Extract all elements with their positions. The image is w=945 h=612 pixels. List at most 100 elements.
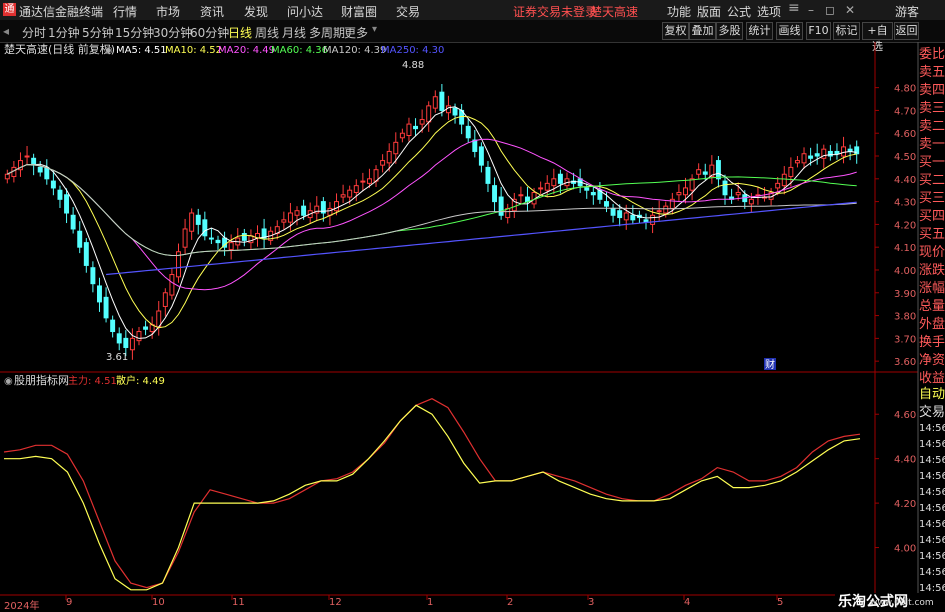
candle-body — [77, 230, 83, 248]
x-label-may: 5 — [777, 597, 784, 608]
period-weekly[interactable]: 周线 — [255, 24, 279, 41]
candle-body — [353, 185, 359, 193]
f10-button[interactable]: F10 — [806, 22, 831, 40]
y-tick-label: 4.20 — [894, 220, 916, 231]
sidebar-item-sell2[interactable]: 卖二 — [919, 118, 945, 136]
candle-body — [452, 107, 458, 116]
menu-discover[interactable]: 发现 — [244, 3, 268, 20]
draw-line-button[interactable]: 画线 — [776, 22, 803, 40]
candle-body — [44, 166, 50, 180]
x-label-oct: 10 — [152, 597, 165, 608]
menu-exchange[interactable]: 市场 — [156, 3, 180, 20]
sidebar-item-sell5[interactable]: 卖五 — [919, 64, 945, 82]
candle-body — [696, 169, 702, 175]
multi-stock-button[interactable]: 多股 — [716, 22, 743, 40]
candle-body — [630, 214, 636, 221]
candle-body — [57, 189, 63, 200]
sidebar-item-buy4[interactable]: 买四 — [919, 208, 945, 226]
sidebar-item-buy3[interactable]: 买三 — [919, 190, 945, 208]
overlay-button[interactable]: 叠加 — [689, 22, 716, 40]
sidebar-item-volume[interactable]: 总量 — [919, 298, 945, 316]
period-more[interactable]: 更多 — [344, 24, 368, 41]
close-icon[interactable]: ✕ — [845, 3, 855, 17]
menu-news[interactable]: 资讯 — [200, 3, 224, 20]
sidebar-item-net-assets[interactable]: 净资 — [919, 352, 945, 370]
period-5min[interactable]: 5分钟 — [82, 24, 114, 41]
period-30min[interactable]: 30分钟 — [153, 24, 192, 41]
stock-name: 楚天高速 — [4, 42, 48, 56]
sidebar-item-price[interactable]: 现价 — [919, 244, 945, 262]
candle-body — [380, 160, 386, 166]
candle-body — [83, 242, 89, 266]
sidebar-item-buy1[interactable]: 买一 — [919, 154, 945, 172]
sidebar-item-outer[interactable]: 外盘 — [919, 316, 945, 334]
period-monthly[interactable]: 月线 — [282, 24, 306, 41]
candle-body — [492, 185, 498, 203]
sub-y-axis: 4.60 4.40 4.20 4.00 — [875, 410, 916, 555]
menu-trade[interactable]: 交易 — [396, 3, 420, 20]
menu-caifuquan[interactable]: 财富圈 — [341, 3, 377, 20]
candle-body — [248, 235, 254, 244]
sidebar-item-sell1[interactable]: 卖一 — [919, 136, 945, 154]
maximize-icon[interactable]: ◻ — [825, 3, 835, 17]
login-notice[interactable]: 证券交易未登录 — [513, 3, 597, 20]
period-15min[interactable]: 15分钟 — [115, 24, 154, 41]
y-tick-label: 3.90 — [894, 289, 916, 300]
y-tick-label: 4.40 — [894, 175, 916, 186]
candle-body — [281, 219, 287, 223]
sidebar-item-sell3[interactable]: 卖三 — [919, 100, 945, 118]
sidebar-item-buy5[interactable]: 买五 — [919, 226, 945, 244]
candle-body — [419, 119, 425, 125]
sidebar-item-sell4[interactable]: 卖四 — [919, 82, 945, 100]
candle-body — [557, 173, 563, 184]
menu-layout[interactable]: 版面 — [697, 3, 721, 20]
candle-body — [604, 201, 609, 207]
candle-body — [215, 239, 221, 244]
period-60min[interactable]: 60分钟 — [190, 24, 229, 41]
app-title: 通达信金融终端 — [19, 5, 104, 19]
more-dropdown-icon[interactable]: ▾ — [372, 24, 377, 35]
chart-canvas[interactable]: 楚天高速 (日线 前复权) ◉ MA5: 4.51 MA10: 4.52 MA2… — [0, 42, 945, 609]
menu-market[interactable]: 行情 — [113, 3, 137, 20]
menu-formula[interactable]: 公式 — [727, 3, 751, 20]
menu-function[interactable]: 功能 — [667, 3, 691, 20]
sidebar-item-auto[interactable]: 自动 — [919, 386, 945, 404]
menu-wenxiaoda[interactable]: 问小达 — [287, 3, 323, 20]
candle-body — [650, 214, 656, 225]
candle-body — [110, 319, 116, 333]
cai-marker[interactable]: 财 — [765, 358, 775, 371]
candle-body — [814, 153, 820, 157]
minimize-icon[interactable]: – — [808, 3, 814, 17]
sidebar-item-change-pct[interactable]: 涨幅 — [919, 280, 945, 298]
sidebar-item-change[interactable]: 涨跌 — [919, 262, 945, 280]
menu-options[interactable]: 选项 — [757, 3, 781, 20]
sidebar-item-weibi[interactable]: 委比 — [919, 46, 945, 64]
statistics-button[interactable]: 统计 — [746, 22, 773, 40]
settings-icon[interactable]: ◉ — [104, 45, 113, 56]
candle-body — [781, 173, 787, 187]
back-button[interactable]: 返回 — [894, 22, 919, 40]
period-fenshi[interactable]: 分时 — [22, 24, 46, 41]
y-tick-label: 3.80 — [894, 312, 916, 323]
mark-button[interactable]: 标记 — [833, 22, 860, 40]
period-multi[interactable]: 多周期 — [309, 24, 345, 41]
period-daily[interactable]: 日线 — [228, 24, 252, 41]
sub-series-line — [3, 398, 861, 589]
candle-body — [4, 173, 10, 180]
sub-y-tick-label: 4.00 — [894, 544, 916, 555]
x-label-apr: 4 — [684, 597, 691, 608]
sidebar-item-buy2[interactable]: 买二 — [919, 172, 945, 190]
x-label-year: 2024年 — [4, 601, 40, 612]
watermark-url: www.60lt.com — [870, 598, 934, 608]
fuquan-button[interactable]: 复权 — [662, 22, 689, 40]
candle-body — [70, 214, 76, 230]
user-label[interactable]: 游客 — [895, 3, 919, 20]
collapse-arrow-icon[interactable]: ◂ — [3, 24, 9, 38]
candle-body — [485, 166, 491, 184]
candle-body — [195, 214, 201, 225]
period-1min[interactable]: 1分钟 — [48, 24, 80, 41]
sub-settings-icon[interactable]: ◉ — [4, 376, 13, 387]
add-watchlist-button[interactable]: +自选 — [862, 22, 893, 53]
menu-icon[interactable]: ≡ — [788, 0, 800, 16]
sidebar-item-turnover[interactable]: 换手 — [919, 334, 945, 352]
